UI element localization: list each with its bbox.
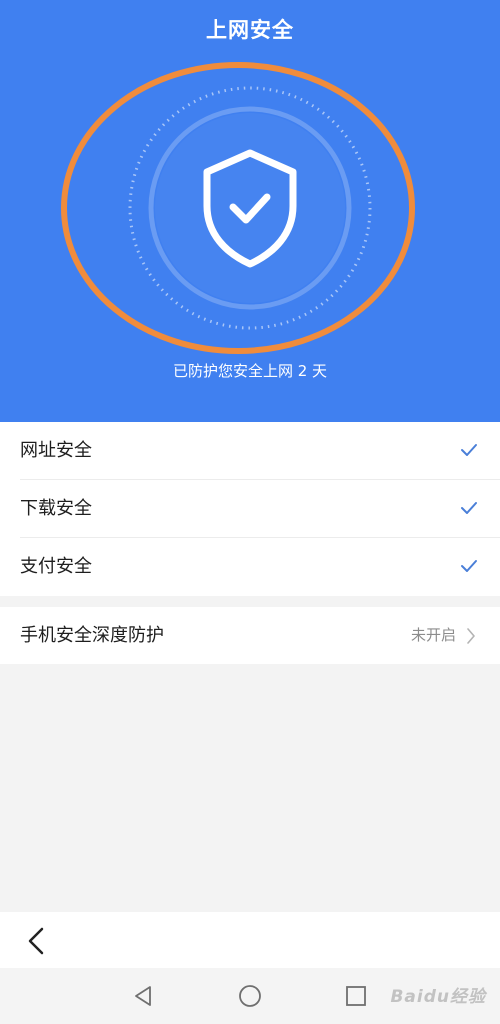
chevron-right-icon [467,628,475,644]
shield-graphic [61,62,415,354]
list-item-label: 支付安全 [20,556,92,577]
bottom-toolbar [0,912,500,968]
list-item-label: 下载安全 [20,498,92,519]
hero-banner: 上网安全 已防护您安全上网 2 天 [0,0,500,422]
deep-protection-row[interactable]: 手机安全深度防护 未开启 [0,607,500,664]
list-item-download-safety: 下载安全 [20,480,500,538]
nav-home-icon[interactable] [238,984,262,1008]
check-icon [461,444,477,456]
check-icon [461,502,477,514]
deep-protection-label: 手机安全深度防护 [20,625,164,646]
back-arrow-icon[interactable] [22,926,52,956]
list-item-url-safety: 网址安全 [20,422,500,480]
list-item-payment-safety: 支付安全 [20,538,500,596]
nav-back-icon[interactable] [131,984,155,1008]
check-icon [461,560,477,572]
nav-recents-icon[interactable] [344,984,368,1008]
inner-disc [155,113,345,303]
deep-protection-status: 未开启 [410,626,456,644]
protection-status-text: 已防护您安全上网 2 天 [172,362,328,380]
watermark: Baidu经验 [390,987,486,1007]
list-item-label: 网址安全 [20,440,92,461]
system-nav-bar: Baidu经验 [0,968,500,1024]
protection-list: 网址安全 下载安全 支付安全 [0,422,500,596]
